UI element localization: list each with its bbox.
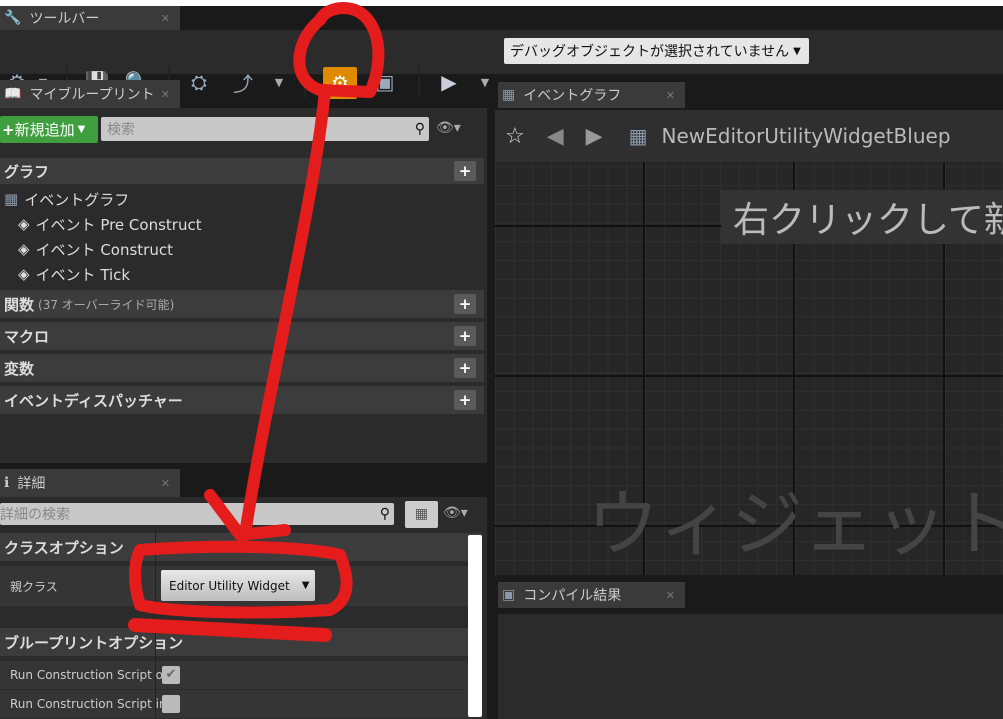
red-annotation	[128, 2, 385, 642]
box-mark	[129, 540, 353, 619]
arrow-line	[239, 84, 331, 541]
circle-mark	[293, 2, 385, 98]
